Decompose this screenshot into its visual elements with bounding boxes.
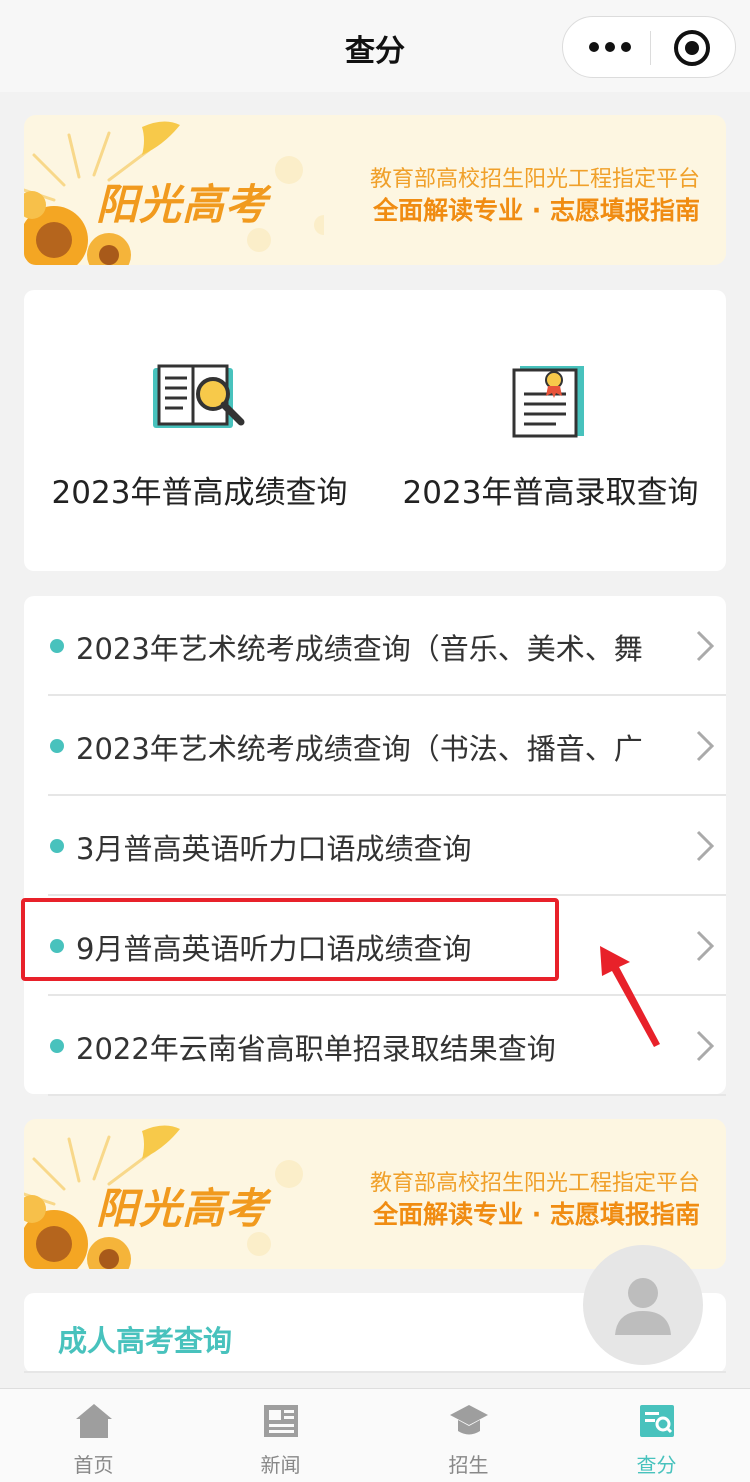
tab-home[interactable]: 首页: [0, 1389, 187, 1482]
capsule-divider: [650, 31, 651, 65]
banner-subtitle: 教育部高校招生阳光工程指定平台: [369, 167, 700, 192]
admission-query-button[interactable]: 2023年普高录取查询: [375, 290, 726, 571]
tab-label: 首页: [73, 1453, 114, 1477]
tab-bar: 首页 新闻 招生 查分: [0, 1388, 750, 1482]
list-item[interactable]: 3月普高英语听力口语成绩查询: [48, 796, 726, 896]
chevron-right-icon: [696, 830, 714, 862]
list-item-label: 2023年艺术统考成绩查询（音乐、美术、舞: [76, 632, 643, 666]
list-item[interactable]: 2023年艺术统考成绩查询（书法、播音、广: [48, 696, 726, 796]
tab-label: 招生: [448, 1453, 489, 1477]
list-item-label: 3月普高英语听力口语成绩查询: [76, 832, 472, 866]
home-icon: [76, 1404, 112, 1438]
admission-query-label: 2023年普高录取查询: [402, 475, 699, 511]
list-item[interactable]: 2023年艺术统考成绩查询（音乐、美术、舞: [48, 596, 726, 696]
banner-tagline: 全面解读专业 · 志愿填报指南: [373, 196, 700, 225]
tab-label: 新闻: [260, 1453, 301, 1477]
close-miniprogram-icon[interactable]: [673, 29, 711, 67]
book-search-icon: [153, 364, 245, 428]
banner-slogan: 阳光高考: [96, 180, 269, 229]
tab-news[interactable]: 新闻: [187, 1389, 374, 1482]
banner-slogan: 阳光高考: [96, 1184, 269, 1233]
graduation-cap-icon: [450, 1405, 488, 1435]
score-query-label: 2023年普高成绩查询: [51, 475, 348, 511]
tab-admission[interactable]: 招生: [375, 1389, 562, 1482]
tab-score[interactable]: 查分: [563, 1389, 750, 1482]
section-title: 成人高考查询: [58, 1324, 233, 1358]
quick-query-card: 2023年普高成绩查询 2023年普高录取查询: [24, 290, 726, 571]
bullet-dot: [50, 739, 64, 753]
banner-tagline: 全面解读专业 · 志愿填报指南: [373, 1200, 700, 1229]
score-query-button[interactable]: 2023年普高成绩查询: [24, 290, 375, 571]
chevron-right-icon: [696, 1030, 714, 1062]
chevron-right-icon: [696, 630, 714, 662]
divider: [48, 1094, 726, 1096]
customer-service-button[interactable]: [583, 1245, 703, 1365]
chevron-right-icon: [696, 730, 714, 762]
list-item-label: 2023年艺术统考成绩查询（书法、播音、广: [76, 732, 643, 766]
bullet-dot: [50, 639, 64, 653]
news-icon: [264, 1405, 298, 1437]
avatar-icon: [615, 1278, 671, 1335]
tab-label: 查分: [636, 1453, 677, 1477]
sunshine-gaokao-banner[interactable]: 阳光高考 教育部高校招生阳光工程指定平台 全面解读专业 · 志愿填报指南: [24, 115, 726, 265]
divider: [24, 1371, 726, 1373]
miniprogram-capsule: [562, 16, 736, 78]
banner-subtitle: 教育部高校招生阳光工程指定平台: [369, 1171, 700, 1196]
annotation-arrow-icon: [600, 946, 660, 1047]
more-icon[interactable]: [587, 37, 633, 57]
bullet-dot: [50, 1039, 64, 1053]
score-search-icon: [640, 1405, 674, 1437]
chevron-right-icon: [696, 930, 714, 962]
bullet-dot: [50, 839, 64, 853]
highlight-box: [21, 898, 559, 981]
certificate-icon: [512, 366, 584, 438]
nav-bar: 查分: [0, 0, 750, 92]
